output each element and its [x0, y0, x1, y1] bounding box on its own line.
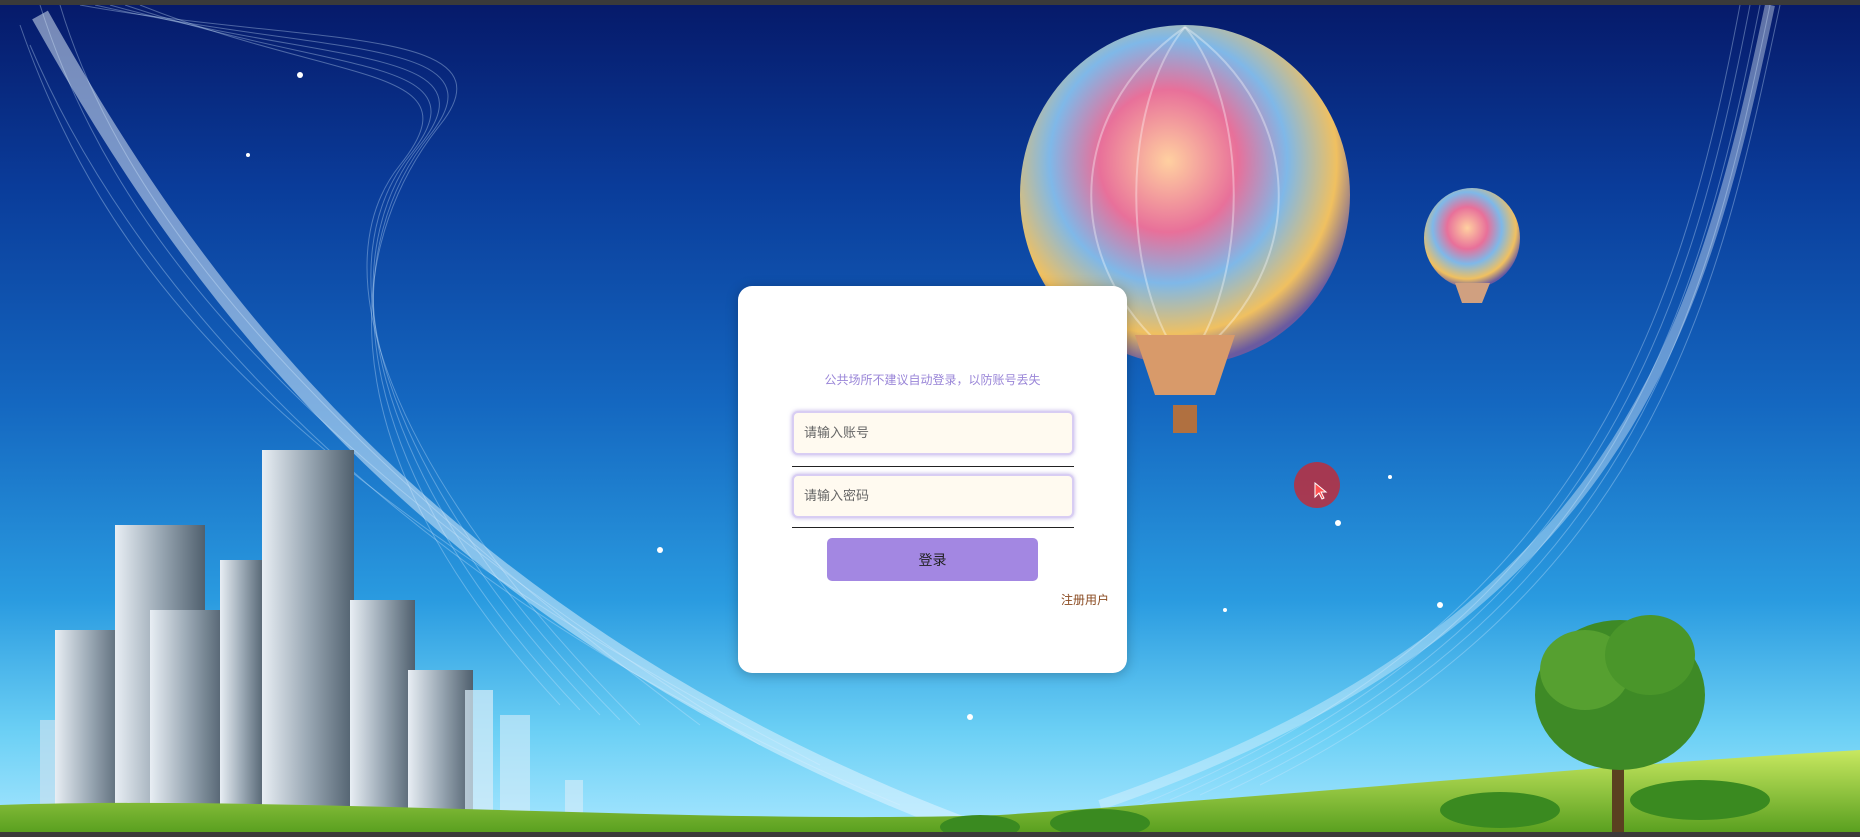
hot-air-balloon-small [1424, 188, 1520, 303]
account-underline [792, 466, 1074, 467]
password-underline [792, 527, 1074, 528]
cursor-arrow-icon [1314, 482, 1328, 500]
skyscrapers [40, 450, 583, 832]
window-bottom-border [0, 832, 1860, 837]
account-field[interactable] [792, 411, 1074, 455]
password-input[interactable] [794, 476, 1072, 516]
login-notice: 公共场所不建议自动登录，以防账号丢失 [824, 373, 1041, 387]
login-card: 公共场所不建议自动登录，以防账号丢失 登录 注册用户 [738, 286, 1127, 673]
password-field[interactable] [792, 474, 1074, 518]
mouse-cursor-highlight [1294, 462, 1340, 508]
account-input[interactable] [794, 413, 1072, 453]
login-button[interactable]: 登录 [827, 538, 1038, 581]
register-link[interactable]: 注册用户 [1061, 591, 1109, 608]
